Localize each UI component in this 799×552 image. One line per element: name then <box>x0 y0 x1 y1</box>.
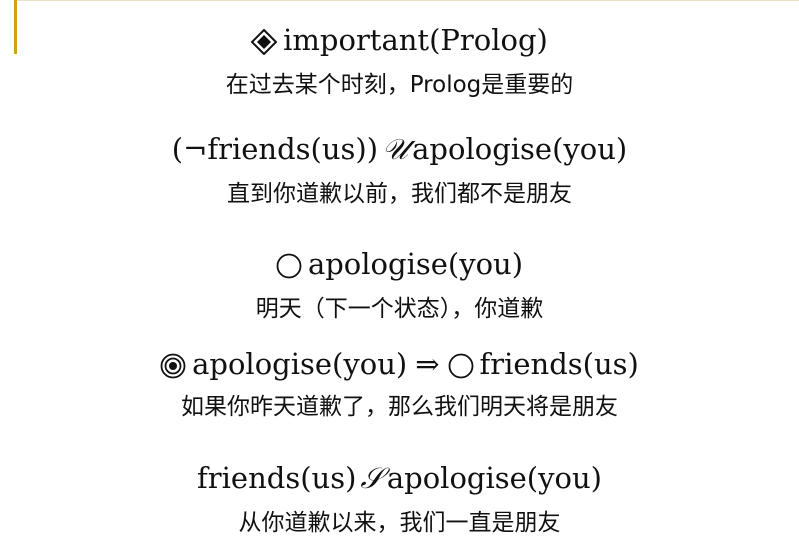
formula-block-1: important(Prolog) 在过去某个时刻，Prolog是重要的 <box>0 22 799 100</box>
formula-block-3: apologise(you) 明天（下一个状态），你道歉 <box>0 246 799 324</box>
slide: important(Prolog) 在过去某个时刻，Prolog是重要的 (¬f… <box>0 0 799 552</box>
formula-2-right: apologise(you) <box>412 132 628 166</box>
formula-4-left: apologise(you) <box>192 347 408 381</box>
formula-2: (¬friends(us)) 𝒰apologise(you) <box>0 131 799 167</box>
until-operator: 𝒰 <box>382 132 409 166</box>
circle-icon <box>448 353 474 379</box>
formula-5: friends(us) 𝒮apologise(you) <box>0 460 799 496</box>
formula-3-body: apologise(you) <box>307 247 524 281</box>
formula-5-left: friends(us) <box>197 461 357 495</box>
formula-block-4: apologise(you) ⇒ friends(us) 如果你昨天道歉了，那么我… <box>0 346 799 422</box>
circle-icon <box>276 253 302 279</box>
double-circle-icon <box>160 353 186 379</box>
caption-3: 明天（下一个状态），你道歉 <box>255 296 544 322</box>
formula-4: apologise(you) ⇒ friends(us) <box>0 346 799 382</box>
caption-1: 在过去某个时刻，Prolog是重要的 <box>225 72 574 98</box>
formula-block-5: friends(us) 𝒮apologise(you) 从你道歉以来，我们一直是朋… <box>0 460 799 538</box>
caption-2: 直到你道歉以前，我们都不是朋友 <box>227 181 572 207</box>
formula-5-right: apologise(you) <box>386 461 602 495</box>
formula-4-right: friends(us) <box>479 347 639 381</box>
caption-5: 从你道歉以来，我们一直是朋友 <box>238 510 561 536</box>
diamond-minus-icon <box>251 29 278 55</box>
formula-1: important(Prolog) <box>0 22 799 58</box>
implies-operator: ⇒ <box>415 347 440 381</box>
formula-1-body: important(Prolog) <box>283 23 548 57</box>
caption-4: 如果你昨天道歉了，那么我们明天将是朋友 <box>181 394 618 420</box>
top-rule <box>17 0 799 1</box>
formula-3: apologise(you) <box>0 246 799 282</box>
formula-block-2: (¬friends(us)) 𝒰apologise(you) 直到你道歉以前，我们… <box>0 131 799 209</box>
since-operator: 𝒮 <box>360 461 383 495</box>
formula-2-left: (¬friends(us)) <box>171 132 379 166</box>
